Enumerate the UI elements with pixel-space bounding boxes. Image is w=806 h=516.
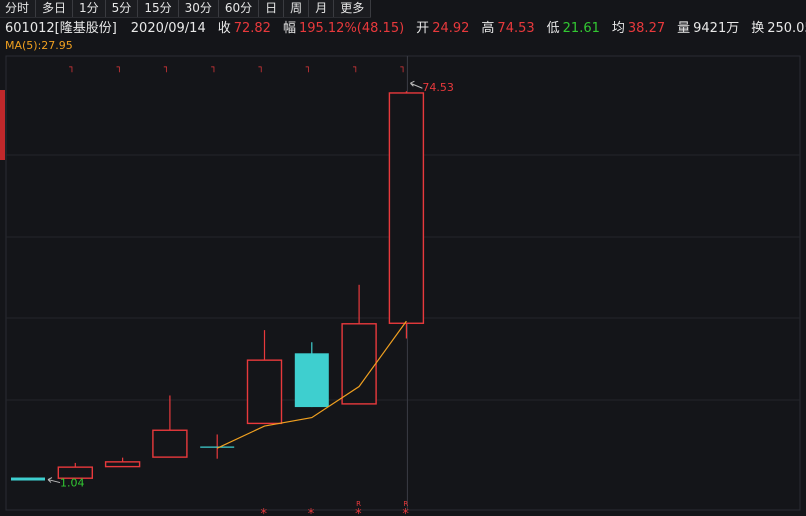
top-marker: ┐: [305, 63, 311, 73]
high-annotation: 74.53: [422, 81, 454, 94]
candle-body: [341, 323, 377, 405]
top-marker: ┐: [210, 63, 216, 73]
top-marker: ┐: [399, 63, 405, 73]
candlestick-chart: ┐ ┐ ┐ ┐ ┐ ┐ ┐ ┐74.531.04* *R*R*: [0, 55, 801, 516]
low-annotation: 1.04: [60, 477, 85, 490]
top-marker: ┐: [68, 63, 74, 73]
top-marker: ┐: [116, 63, 122, 73]
candle-body: [294, 353, 329, 408]
scale-marker: [0, 90, 5, 160]
candle-body: [152, 429, 188, 458]
top-marker: ┐: [352, 63, 358, 73]
candle-body: [104, 461, 141, 468]
high-arrow: [410, 80, 423, 89]
bottom-mark-star: *: [308, 507, 315, 516]
top-marker: ┐: [163, 63, 169, 73]
top-marker: ┐: [258, 63, 264, 73]
bottom-mark-star: *: [402, 507, 409, 516]
bottom-mark-star: *: [261, 507, 268, 516]
candle-body: [388, 92, 425, 324]
bottom-mark-star: *: [355, 507, 362, 516]
candle-body: [246, 359, 283, 425]
candle-body: [11, 477, 45, 481]
